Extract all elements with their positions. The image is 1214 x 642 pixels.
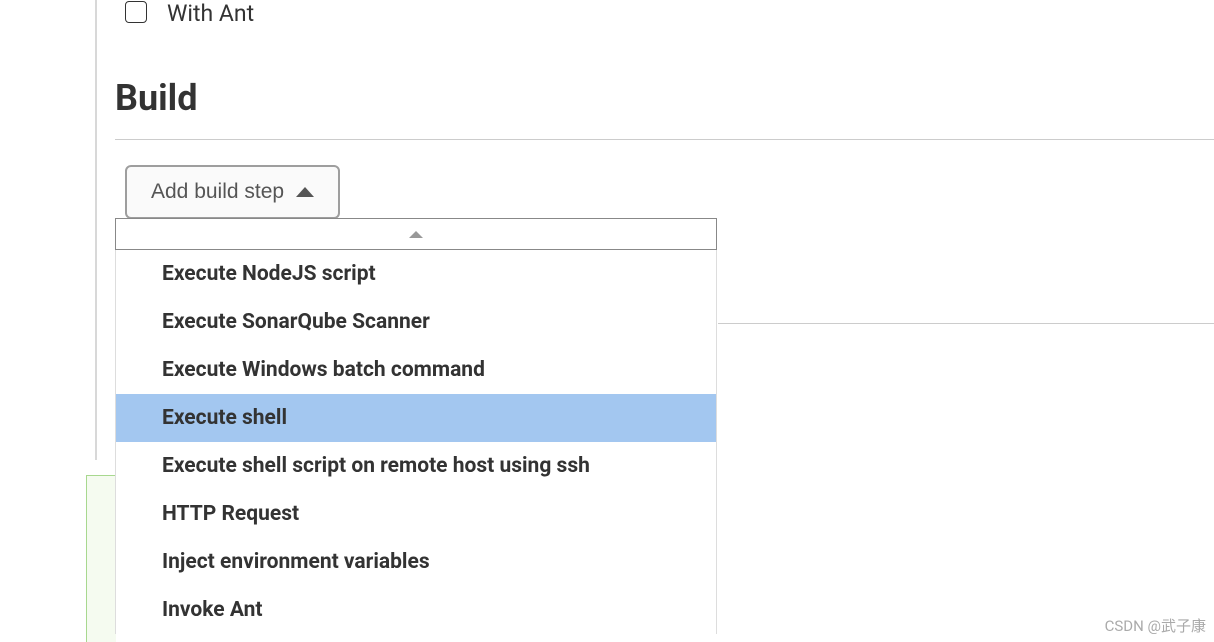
dropdown-item-5[interactable]: HTTP Request <box>116 490 716 538</box>
content-wrapper: With Ant Build Add build step <box>0 0 1214 219</box>
caret-up-icon <box>296 187 314 197</box>
build-step-dropdown: Execute NodeJS scriptExecute SonarQube S… <box>115 218 717 634</box>
with-ant-row: With Ant <box>125 0 1214 27</box>
with-ant-checkbox[interactable] <box>125 1 147 23</box>
dropdown-item-1[interactable]: Execute SonarQube Scanner <box>116 298 716 346</box>
dropdown-item-7[interactable]: Invoke Ant <box>116 586 716 634</box>
dropdown-scroll-up[interactable] <box>115 218 717 250</box>
notification-edge <box>86 475 116 642</box>
post-build-divider <box>718 323 1214 324</box>
dropdown-item-0[interactable]: Execute NodeJS script <box>116 250 716 298</box>
add-build-step-button[interactable]: Add build step <box>125 165 340 219</box>
watermark: CSDN @武子康 <box>1105 615 1206 636</box>
add-build-step-label: Add build step <box>151 180 284 204</box>
build-section-title: Build <box>115 77 1214 119</box>
sidebar-edge <box>95 0 97 460</box>
dropdown-item-6[interactable]: Inject environment variables <box>116 538 716 586</box>
dropdown-list: Execute NodeJS scriptExecute SonarQube S… <box>115 250 717 634</box>
build-section-divider <box>115 139 1214 140</box>
caret-up-small-icon <box>409 231 423 238</box>
with-ant-label: With Ant <box>167 0 254 27</box>
dropdown-item-4[interactable]: Execute shell script on remote host usin… <box>116 442 716 490</box>
dropdown-item-3[interactable]: Execute shell <box>116 394 716 442</box>
dropdown-item-2[interactable]: Execute Windows batch command <box>116 346 716 394</box>
